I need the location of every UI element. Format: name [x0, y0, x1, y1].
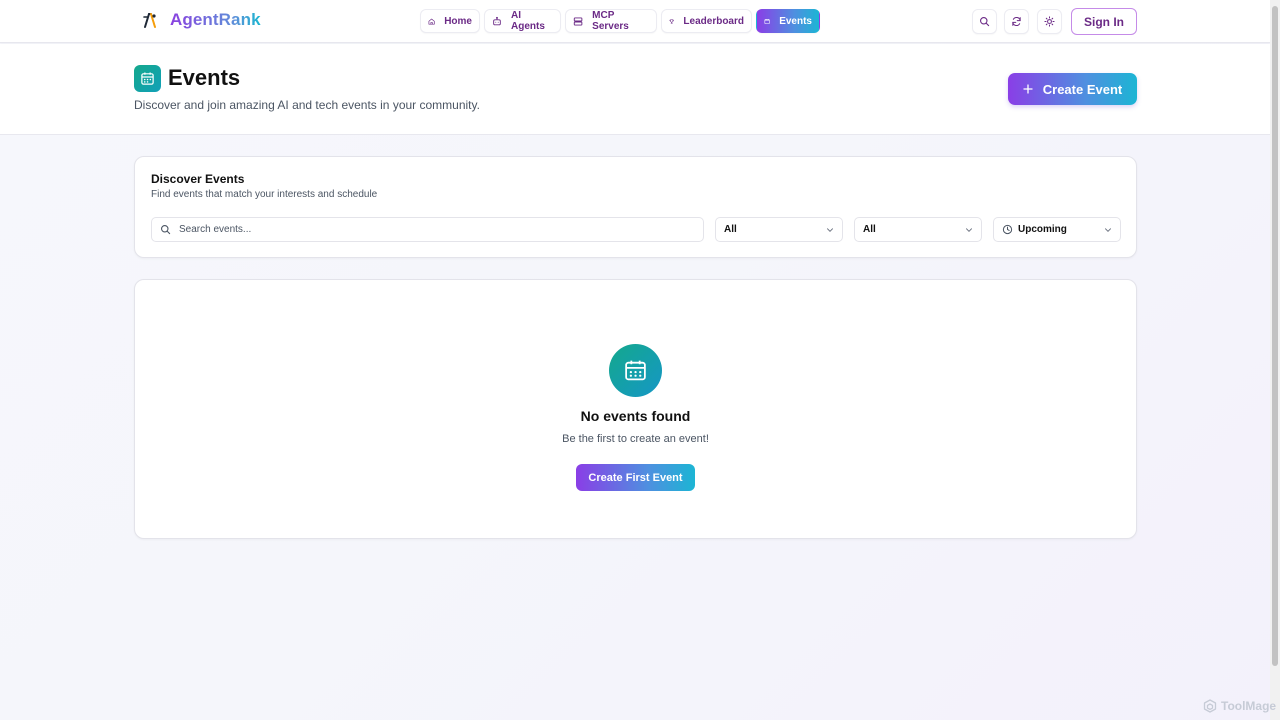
nav-item-ai-agents[interactable]: AI Agents — [484, 9, 561, 33]
clock-icon — [1002, 224, 1013, 235]
theme-toggle-button[interactable] — [1037, 9, 1062, 34]
page-header: Events Discover and join amazing AI and … — [0, 44, 1270, 135]
chevron-down-icon — [1105, 228, 1111, 233]
calendar-icon — [625, 360, 646, 381]
create-first-event-button[interactable]: Create First Event — [576, 464, 695, 491]
nav-label-ai-agents: AI Agents — [510, 10, 545, 32]
discover-title: Discover Events — [151, 172, 245, 186]
top-navbar: AgentRank Home AI Agents MCP Servers Lea… — [0, 0, 1270, 43]
home-icon — [428, 18, 435, 25]
sign-in-button[interactable]: Sign In — [1071, 8, 1137, 35]
toolmage-logo-icon — [1203, 699, 1217, 713]
search-icon — [980, 17, 990, 27]
trophy-icon — [669, 18, 674, 24]
search-icon — [161, 225, 171, 235]
refresh-icon — [1012, 17, 1021, 26]
refresh-button[interactable] — [1004, 9, 1029, 34]
search-button[interactable] — [972, 9, 997, 34]
brand-name: AgentRank — [170, 10, 261, 29]
scrollbar-thumb[interactable] — [1272, 6, 1278, 666]
calendar-icon — [141, 72, 154, 85]
server-icon — [573, 16, 583, 26]
nav-item-home[interactable]: Home — [420, 9, 480, 33]
nav-label-events: Events — [779, 15, 812, 27]
discover-events-card: Discover Events Find events that match y… — [134, 156, 1137, 258]
nav-label-leaderboard: Leaderboard — [683, 15, 744, 27]
agentrank-logo-icon — [143, 13, 156, 28]
category-filter-select[interactable]: All — [715, 217, 843, 242]
empty-state-title: No events found — [580, 408, 691, 424]
nav-item-mcp-servers[interactable]: MCP Servers — [565, 9, 657, 33]
page-icon — [134, 65, 161, 92]
watermark-text: ToolMage — [1221, 699, 1277, 713]
bot-icon — [493, 16, 501, 25]
time-filter-value: Upcoming — [1018, 224, 1067, 235]
type-filter-select[interactable]: All — [854, 217, 982, 242]
page-title: Events — [168, 65, 241, 90]
time-filter-select[interactable]: Upcoming — [993, 217, 1121, 242]
page-subtitle: Discover and join amazing AI and tech ev… — [134, 98, 480, 112]
empty-state-subtitle: Be the first to create an event! — [562, 433, 709, 445]
empty-state-icon — [609, 344, 662, 397]
discover-subtitle: Find events that match your interests an… — [151, 189, 378, 200]
events-empty-state: No events found Be the first to create a… — [134, 279, 1137, 539]
category-filter-value: All — [724, 224, 737, 235]
create-event-button[interactable]: Create Event — [1008, 73, 1137, 105]
nav-item-events[interactable]: Events — [756, 9, 820, 33]
calendar-icon — [764, 18, 770, 24]
type-filter-value: All — [863, 224, 876, 235]
main-nav: Home AI Agents MCP Servers Leaderboard E… — [420, 9, 820, 33]
watermark: ToolMage — [1203, 699, 1276, 713]
chevron-down-icon — [827, 228, 833, 233]
nav-label-mcp-servers: MCP Servers — [592, 10, 629, 32]
sun-icon — [1044, 16, 1055, 27]
plus-icon — [1023, 84, 1033, 94]
search-input[interactable] — [179, 224, 679, 235]
nav-label-home: Home — [444, 15, 472, 27]
page-scrollbar[interactable] — [1270, 0, 1280, 720]
search-box[interactable] — [151, 217, 704, 242]
brand[interactable]: AgentRank — [142, 10, 261, 30]
chevron-down-icon — [966, 228, 972, 233]
create-event-label: Create Event — [1042, 81, 1123, 97]
nav-item-leaderboard[interactable]: Leaderboard — [661, 9, 752, 33]
